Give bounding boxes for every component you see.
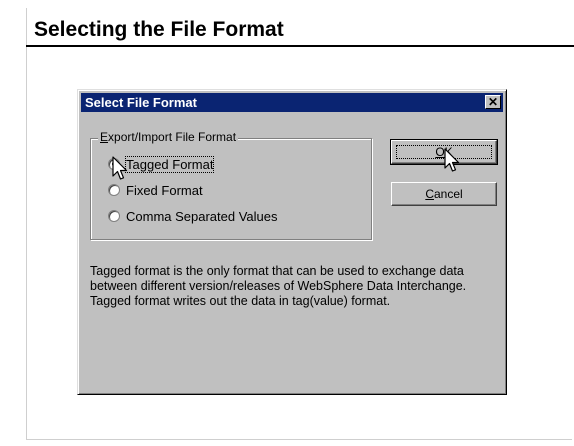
group-label-mnemonic: E [100, 130, 109, 144]
arrow-cursor-icon [112, 156, 128, 180]
dialog-title: Select File Format [85, 95, 197, 110]
cancel-button[interactable]: Cancel [391, 182, 497, 206]
radio-button[interactable] [108, 210, 120, 222]
radio-label-csv: Comma Separated Values [126, 208, 278, 224]
radio-button[interactable] [108, 184, 120, 196]
arrow-cursor-icon [444, 148, 460, 172]
group-label: Export/Import File Format [98, 130, 239, 144]
dialog-titlebar[interactable]: Select File Format ✕ [81, 93, 503, 112]
radio-comma-separated[interactable]: Comma Separated Values [108, 208, 278, 224]
radio-label-tagged: Tagged Format [124, 155, 215, 173]
format-description: Tagged format is the only format that ca… [90, 264, 467, 308]
cancel-rest: ancel [433, 187, 463, 201]
slide-title: Selecting the File Format [34, 18, 284, 41]
select-file-format-dialog: Select File Format ✕ Export/Import File … [77, 89, 507, 395]
group-label-rest: xport/Import File Format [108, 130, 237, 144]
cancel-mnemonic: C [425, 187, 434, 201]
title-rule [26, 45, 574, 47]
close-icon: ✕ [487, 95, 499, 109]
radio-label-fixed: Fixed Format [126, 182, 203, 198]
close-button[interactable]: ✕ [485, 95, 501, 109]
radio-fixed-format[interactable]: Fixed Format [108, 182, 203, 198]
